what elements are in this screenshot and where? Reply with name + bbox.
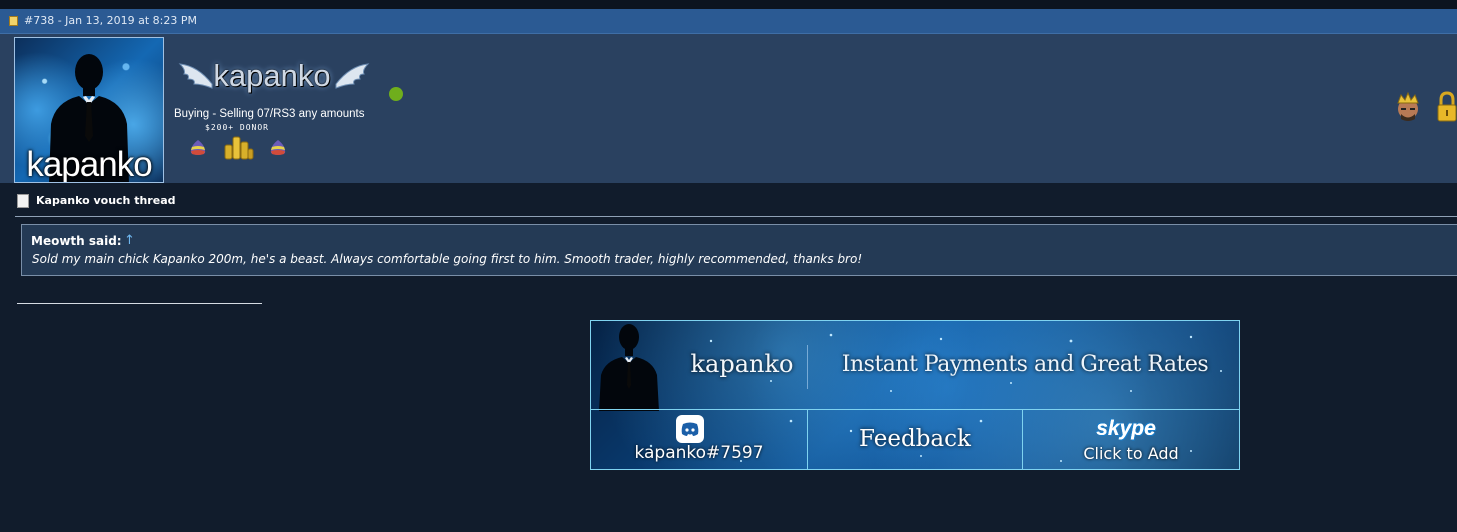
signature-header-divider <box>807 345 808 389</box>
discord-cell[interactable]: kapanko#7597 <box>591 410 808 469</box>
user-title: Buying - Selling 07/RS3 any amounts <box>174 108 365 120</box>
post-doc-icon <box>9 16 18 26</box>
quote-jump-link[interactable]: ↑ <box>124 233 135 248</box>
signature-silhouette-icon <box>599 324 659 411</box>
avatar-name-text: kapanko <box>26 145 152 183</box>
rune-pouch-icon[interactable] <box>188 138 208 158</box>
donor-label: $200+ DONOR <box>205 123 269 132</box>
online-status-indicator <box>389 87 403 101</box>
user-avatar[interactable]: kapanko <box>14 37 164 183</box>
signature-name: kapanko <box>690 350 794 378</box>
crowned-avatar-icon[interactable] <box>1392 91 1424 123</box>
title-divider <box>15 216 1457 217</box>
discord-icon <box>676 415 704 443</box>
username-logo[interactable]: kapanko <box>176 58 370 100</box>
discord-handle: kapanko#7597 <box>634 443 764 463</box>
feedback-cell[interactable]: Feedback <box>808 410 1023 469</box>
page-icon <box>17 194 29 208</box>
skype-cell[interactable]: skype Click to Add <box>1023 410 1239 469</box>
gold-coins-icon[interactable] <box>222 133 254 161</box>
top-strip <box>0 0 1457 9</box>
user-panel: kapanko kapanko Buying - Selling 07/RS3 … <box>0 34 1457 183</box>
quote-author: Meowth said: <box>31 234 122 248</box>
quote-block: Meowth said: ↑ Sold my main chick Kapank… <box>21 224 1457 276</box>
quote-body: Sold my main chick Kapanko 200m, he's a … <box>32 252 863 266</box>
post-meta[interactable]: #738 - Jan 13, 2019 at 8:23 PM <box>24 14 197 27</box>
rune-pouch-icon[interactable] <box>268 138 288 158</box>
post-header-bar: #738 - Jan 13, 2019 at 8:23 PM <box>0 9 1457 34</box>
signature-divider <box>17 303 262 304</box>
skype-add-link[interactable]: Click to Add <box>1023 444 1239 463</box>
skype-icon: skype <box>1096 417 1156 440</box>
right-wing-icon <box>335 63 370 89</box>
thread-title: Kapanko vouch thread <box>36 194 176 207</box>
signature-tagline: Instant Payments and Great Rates <box>841 352 1209 377</box>
signature-banner: kapanko Instant Payments and Great Rates… <box>590 320 1240 470</box>
username-logo-text: kapanko <box>213 58 331 93</box>
feedback-link[interactable]: Feedback <box>808 426 1022 452</box>
padlock-icon[interactable] <box>1436 91 1457 123</box>
